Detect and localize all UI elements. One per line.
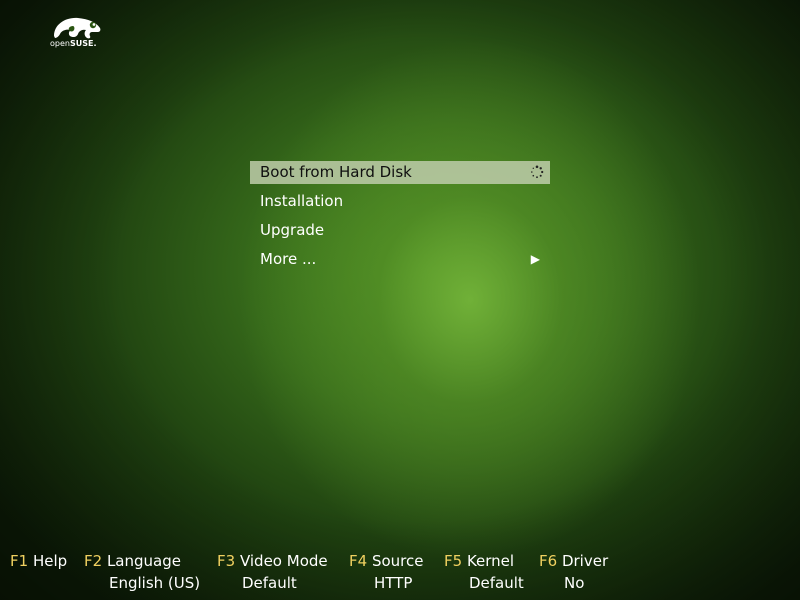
fkey-label: Kernel bbox=[466, 552, 515, 570]
fkey-label: Language bbox=[106, 552, 181, 570]
fkey-value: English (US) bbox=[109, 574, 201, 592]
fkey-value: No bbox=[564, 574, 585, 592]
fkey-language[interactable]: F2 Language English (US) bbox=[84, 552, 200, 592]
fkey-driver[interactable]: F6 Driver No bbox=[539, 552, 609, 592]
logo-text-open: open bbox=[50, 39, 70, 48]
opensuse-logo: openSUSE. bbox=[48, 14, 108, 52]
menu-item-boot-from-hard-disk[interactable]: Boot from Hard Disk bbox=[250, 161, 550, 184]
menu-item-more[interactable]: More ... ▶ bbox=[250, 248, 550, 271]
fkey-value: Default bbox=[469, 574, 524, 592]
spinner-icon bbox=[531, 165, 544, 179]
menu-item-upgrade[interactable]: Upgrade bbox=[250, 219, 550, 242]
fkey-label: Video Mode bbox=[239, 552, 328, 570]
chameleon-icon bbox=[54, 17, 101, 39]
menu-item-label: Upgrade bbox=[260, 221, 325, 239]
fkey-help[interactable]: F1 Help bbox=[10, 552, 67, 570]
submenu-arrow-icon: ▶ bbox=[530, 252, 540, 266]
fkey-video-mode[interactable]: F3 Video Mode Default bbox=[217, 552, 328, 592]
fkey-value: HTTP bbox=[374, 574, 413, 592]
fkey-key: F2 bbox=[84, 552, 103, 570]
background-vignette bbox=[0, 0, 800, 600]
fkey-value: Default bbox=[242, 574, 297, 592]
fkey-kernel[interactable]: F5 Kernel Default bbox=[444, 552, 524, 592]
fkey-label: Source bbox=[371, 552, 424, 570]
fkey-key: F3 bbox=[217, 552, 236, 570]
fkey-key: F1 bbox=[10, 552, 29, 570]
boot-menu: Boot from Hard Disk Installation Upgrade bbox=[250, 161, 550, 277]
logo-wordmark: openSUSE. bbox=[50, 39, 97, 48]
fkey-key: F4 bbox=[349, 552, 368, 570]
menu-item-label: Boot from Hard Disk bbox=[260, 163, 412, 181]
fkey-key: F5 bbox=[444, 552, 463, 570]
fkey-label: Driver bbox=[561, 552, 609, 570]
menu-item-installation[interactable]: Installation bbox=[250, 190, 550, 213]
menu-item-label: Installation bbox=[260, 192, 344, 210]
fkey-key: F6 bbox=[539, 552, 558, 570]
logo-text-suse: SUSE. bbox=[69, 39, 97, 48]
fkey-label: Help bbox=[32, 552, 68, 570]
menu-item-label: More ... bbox=[260, 250, 317, 268]
fkey-source[interactable]: F4 Source HTTP bbox=[349, 552, 424, 592]
boot-screen: openSUSE. Boot from Hard Disk Installati… bbox=[0, 0, 800, 600]
